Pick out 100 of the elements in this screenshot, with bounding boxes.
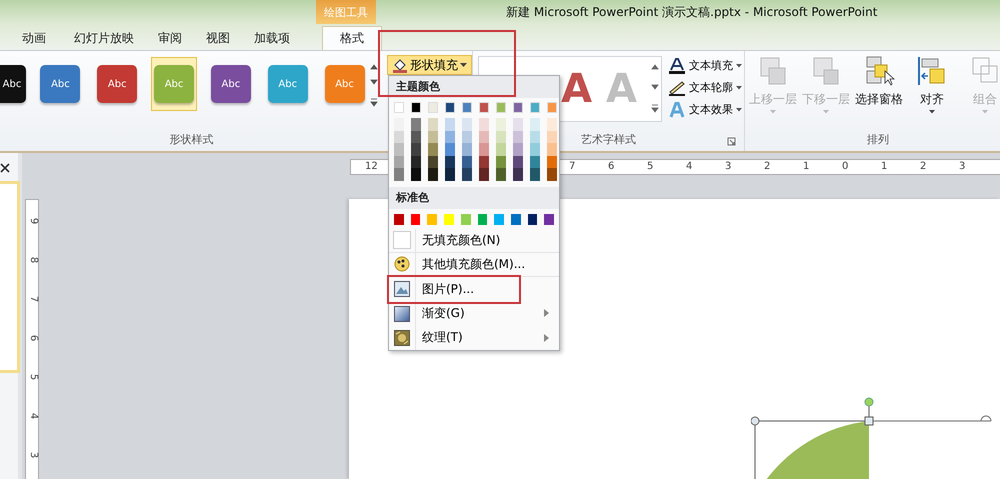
ruler-number: 12 — [365, 161, 378, 173]
color-swatch[interactable] — [428, 168, 438, 180]
ruler-number: 9 — [27, 218, 39, 224]
color-swatch[interactable] — [427, 214, 438, 224]
dialog-launcher-icon[interactable] — [727, 137, 736, 146]
color-swatch[interactable] — [479, 130, 489, 143]
color-swatch[interactable] — [513, 156, 523, 168]
color-swatch[interactable] — [394, 168, 404, 180]
letter-glow-icon — [668, 102, 686, 118]
color-swatch[interactable] — [428, 143, 438, 156]
color-swatch[interactable] — [496, 168, 506, 180]
color-swatch[interactable] — [496, 143, 506, 156]
palette-icon — [394, 256, 410, 272]
color-swatch[interactable] — [547, 130, 557, 143]
color-swatch[interactable] — [444, 214, 454, 224]
color-swatch[interactable] — [547, 168, 557, 180]
color-swatch[interactable] — [530, 130, 540, 143]
color-swatch[interactable] — [445, 143, 455, 156]
wordart-preview[interactable]: A — [561, 67, 592, 111]
color-swatch[interactable] — [496, 118, 506, 130]
color-swatch[interactable] — [479, 143, 489, 156]
ribbon-tab[interactable]: 加载项 — [242, 26, 302, 50]
color-swatch[interactable] — [411, 130, 421, 143]
color-swatch[interactable] — [394, 102, 404, 113]
color-swatch[interactable] — [411, 118, 421, 130]
color-swatch[interactable] — [544, 214, 554, 224]
menu-item[interactable]: 其他填充颜色(M)... — [389, 252, 559, 278]
menu-item[interactable]: 无填充颜色(N) — [389, 228, 559, 253]
color-swatch[interactable] — [496, 156, 506, 168]
color-swatch[interactable] — [513, 143, 523, 156]
color-swatch[interactable] — [394, 143, 404, 156]
color-swatch[interactable] — [445, 102, 455, 113]
ribbon-tab[interactable]: 动画 — [10, 26, 58, 50]
color-swatch[interactable] — [513, 102, 523, 113]
ruler-number: 4 — [686, 161, 694, 173]
color-swatch[interactable] — [479, 118, 489, 130]
color-swatch[interactable] — [411, 102, 421, 113]
ribbon-tab[interactable]: 格式 — [322, 26, 382, 50]
text-style-button[interactable]: 文本填充 — [666, 55, 744, 76]
color-swatch[interactable] — [478, 214, 488, 224]
color-swatch[interactable] — [547, 118, 557, 130]
color-swatch[interactable] — [411, 143, 421, 156]
ribbon-tab[interactable]: 审阅 — [146, 26, 194, 50]
color-swatch[interactable] — [428, 130, 438, 143]
color-swatch[interactable] — [394, 130, 404, 143]
menu-item[interactable]: 渐变(G) — [389, 301, 559, 326]
ribbon-tab[interactable]: 幻灯片放映 — [62, 26, 146, 50]
color-swatch[interactable] — [530, 102, 540, 113]
color-swatch[interactable] — [462, 102, 472, 113]
color-swatch[interactable] — [462, 130, 472, 143]
slide-thumbnail[interactable] — [0, 181, 20, 373]
color-swatch[interactable] — [428, 118, 438, 130]
color-swatch[interactable] — [496, 130, 506, 143]
color-swatch[interactable] — [513, 118, 523, 130]
menu-item[interactable]: 纹理(T) — [389, 326, 559, 350]
color-swatch[interactable] — [394, 118, 404, 130]
color-swatch[interactable] — [410, 214, 420, 224]
color-swatch[interactable] — [394, 214, 404, 224]
color-swatch[interactable] — [445, 156, 455, 168]
text-style-button[interactable]: 文本轮廓 — [666, 77, 744, 98]
color-swatch[interactable] — [445, 168, 455, 180]
color-swatch[interactable] — [428, 156, 438, 168]
color-swatch[interactable] — [479, 168, 489, 180]
color-swatch[interactable] — [496, 102, 506, 113]
color-swatch[interactable] — [462, 118, 472, 130]
color-swatch[interactable] — [460, 214, 471, 224]
shape-fill-button[interactable]: 形状填充 — [387, 55, 472, 75]
color-swatch[interactable] — [530, 143, 540, 156]
color-swatch[interactable] — [411, 156, 421, 168]
submenu-arrow-icon — [544, 334, 549, 342]
color-swatch[interactable] — [479, 156, 489, 168]
color-swatch[interactable] — [479, 102, 489, 113]
color-swatch[interactable] — [494, 214, 504, 224]
arrange-button[interactable]: 选择窗格 — [853, 55, 905, 125]
ruler-number: 0 — [842, 161, 850, 173]
arrange-button[interactable]: 对齐 — [906, 55, 958, 125]
caret-icon — [770, 110, 776, 114]
color-swatch[interactable] — [530, 168, 540, 180]
color-swatch[interactable] — [513, 168, 523, 180]
caret-icon — [736, 86, 742, 90]
color-swatch[interactable] — [394, 156, 404, 168]
color-swatch[interactable] — [462, 168, 472, 180]
color-swatch[interactable] — [411, 168, 421, 180]
color-swatch[interactable] — [428, 102, 438, 113]
color-swatch[interactable] — [530, 118, 540, 130]
color-swatch[interactable] — [530, 156, 540, 168]
color-swatch[interactable] — [445, 118, 455, 130]
color-swatch[interactable] — [547, 102, 557, 113]
color-swatch[interactable] — [547, 156, 557, 168]
color-swatch[interactable] — [462, 143, 472, 156]
color-swatch[interactable] — [528, 214, 538, 224]
caret-icon — [460, 62, 467, 68]
ribbon-tab[interactable]: 视图 — [194, 26, 242, 50]
color-swatch[interactable] — [510, 214, 521, 224]
close-icon[interactable] — [0, 163, 10, 173]
color-swatch[interactable] — [445, 130, 455, 143]
text-style-button[interactable]: 文本效果 — [666, 99, 744, 120]
color-swatch[interactable] — [513, 130, 523, 143]
color-swatch[interactable] — [547, 143, 557, 156]
color-swatch[interactable] — [462, 156, 472, 168]
